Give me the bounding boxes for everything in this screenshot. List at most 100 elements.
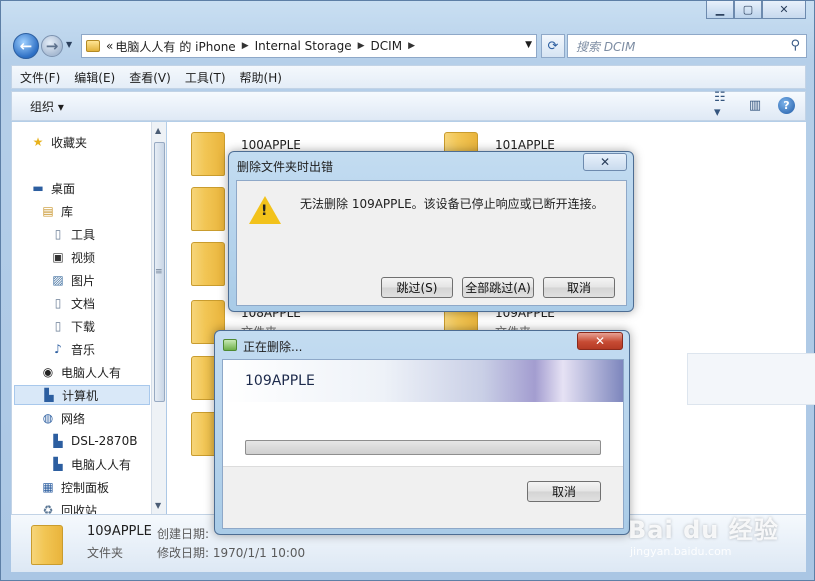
warning-mark: ! (261, 203, 268, 219)
sidebar-item-label: 图片 (71, 273, 96, 288)
breadcrumb-item[interactable]: DCIM (371, 39, 403, 53)
command-bar: 组织 ▾ ☷ ▾ ▥ ? (11, 90, 806, 121)
folder-name[interactable]: 101APPLE (495, 138, 555, 152)
address-row: ← → ▼ « 电脑人人有 的 iPhone ▶ Internal Storag… (11, 31, 807, 59)
sidebar-item-label: 文档 (71, 296, 96, 311)
dialog-body: ! 无法删除 109APPLE。该设备已停止响应或已断开连接。 跳过(S) 全部… (236, 180, 627, 306)
close-button[interactable]: ✕ (762, 1, 806, 19)
sidebar-item-desktop[interactable]: ▬ 桌面 (30, 178, 75, 198)
sidebar-item-recycle-bin[interactable]: ♻ 回收站 (40, 500, 97, 514)
chevron-right-icon[interactable]: ▶ (358, 41, 365, 51)
menu-view[interactable]: 查看(V) (129, 69, 171, 86)
sidebar-item-network[interactable]: ◍ 网络 (40, 408, 85, 428)
details-type: 文件夹 (87, 546, 124, 560)
refresh-button[interactable]: ⟳ (541, 34, 565, 58)
sidebar-item-label: 控制面板 (61, 480, 110, 495)
menu-help[interactable]: 帮助(H) (240, 69, 282, 86)
sidebar-item-library[interactable]: ▤ 库 (40, 201, 73, 221)
folder-name[interactable]: 100APPLE (241, 138, 301, 152)
maximize-button[interactable]: ▢ (734, 1, 762, 19)
cancel-button[interactable]: 取消 (543, 277, 615, 298)
menu-edit[interactable]: 编辑(E) (74, 69, 115, 86)
sidebar-item-label: 网络 (61, 411, 86, 426)
selection-box (687, 353, 815, 405)
breadcrumb-item[interactable]: 电脑人人有 (115, 38, 175, 55)
desktop-icon: ▬ (32, 181, 44, 195)
window-controls: ▁ ▢ ✕ (706, 1, 806, 19)
sidebar-item-favorites[interactable]: ★ 收藏夹 (30, 132, 87, 152)
dialog-close-button[interactable]: ✕ (583, 153, 627, 171)
progress-cancel-button[interactable]: 取消 (527, 481, 601, 502)
sidebar-item-label: 音乐 (71, 342, 96, 357)
breadcrumb-item[interactable]: Internal Storage (255, 39, 352, 53)
sidebar-item-tools[interactable]: ▯ 工具 (50, 224, 95, 244)
organize-button[interactable]: 组织 ▾ (30, 98, 64, 115)
delete-error-dialog: 删除文件夹时出错 ✕ ! 无法删除 109APPLE。该设备已停止响应或已断开连… (228, 151, 634, 312)
minimize-button[interactable]: ▁ (706, 1, 734, 19)
progress-bar (245, 440, 601, 455)
help-icon[interactable]: ? (778, 96, 795, 114)
scroll-down-icon[interactable]: ▼ (155, 501, 161, 510)
sidebar-scrollbar[interactable]: ▲ ≡ ▼ (151, 122, 166, 514)
document-icon: ▯ (54, 296, 62, 310)
sidebar-item-documents[interactable]: ▯ 文档 (50, 293, 95, 313)
forward-button[interactable]: → (41, 35, 63, 57)
sidebar-item-label: 电脑人人有 (71, 457, 132, 472)
sidebar-item-label: 下载 (71, 319, 96, 334)
user-icon: ◉ (42, 365, 54, 379)
computer-icon: ▙ (44, 388, 54, 402)
skip-button[interactable]: 跳过(S) (381, 277, 453, 298)
folder-icon[interactable] (191, 242, 225, 286)
menu-tools[interactable]: 工具(T) (185, 69, 226, 86)
progress-item-name: 109APPLE (245, 373, 315, 389)
chevron-right-icon[interactable]: ▶ (408, 41, 415, 51)
sidebar-item-control-panel[interactable]: ▦ 控制面板 (40, 477, 109, 497)
sidebar-item-videos[interactable]: ▣ 视频 (50, 247, 95, 267)
sidebar-item-label: 计算机 (62, 388, 99, 403)
scroll-up-icon[interactable]: ▲ (155, 126, 161, 135)
sidebar-item-dsl[interactable]: ▙ DSL-2870B (50, 431, 137, 451)
address-prefix: « (106, 39, 114, 53)
sidebar-item-pc[interactable]: ▙ 电脑人人有 (50, 454, 131, 474)
details-modified: 修改日期: 1970/1/1 10:00 (157, 546, 306, 560)
sidebar-item-label: 库 (61, 204, 74, 219)
preview-pane-icon[interactable]: ▥ (746, 96, 764, 114)
back-button[interactable]: ← (13, 33, 39, 59)
search-input[interactable]: 搜索 DCIM ⚲ (567, 34, 807, 58)
progress-close-button[interactable]: ✕ (577, 332, 623, 350)
folder-icon[interactable] (191, 187, 225, 231)
sidebar-item-label: 收藏夹 (51, 135, 88, 150)
folder-icon (86, 40, 100, 52)
breadcrumb-item[interactable]: 的 iPhone (179, 38, 235, 55)
star-icon: ★ (32, 135, 44, 149)
sidebar-item-label: 视频 (71, 250, 96, 265)
folder-icon (31, 525, 63, 565)
skip-all-button[interactable]: 全部跳过(A) (462, 277, 534, 298)
search-placeholder: 搜索 DCIM (576, 39, 636, 54)
details-name: 109APPLE (87, 524, 152, 539)
control-panel-icon: ▦ (42, 480, 54, 494)
chevron-down-icon[interactable]: ▼ (525, 40, 532, 50)
view-options-icon[interactable]: ☷ ▾ (714, 90, 732, 120)
recent-pages-icon[interactable]: ▼ (66, 40, 72, 49)
address-bar[interactable]: « 电脑人人有 的 iPhone ▶ Internal Storage ▶ DC… (81, 34, 537, 58)
dialog-title: 删除文件夹时出错 (237, 160, 334, 174)
sidebar-item-label: 桌面 (51, 181, 76, 196)
deleting-progress-dialog: 正在删除... ✕ 109APPLE 取消 (214, 330, 630, 535)
baidu-watermark: Bai du 经验 (628, 516, 779, 544)
search-icon[interactable]: ⚲ (790, 38, 800, 53)
folder-icon[interactable] (191, 132, 225, 176)
chevron-right-icon[interactable]: ▶ (242, 41, 249, 51)
menu-file[interactable]: 文件(F) (20, 69, 60, 86)
menu-bar: 文件(F) 编辑(E) 查看(V) 工具(T) 帮助(H) (11, 65, 806, 89)
sidebar-item-downloads[interactable]: ▯ 下载 (50, 316, 95, 336)
network-icon: ◍ (42, 411, 54, 425)
sidebar-item-music[interactable]: ♪ 音乐 (50, 339, 95, 359)
document-icon: ▯ (54, 227, 62, 241)
details-created: 创建日期: (157, 527, 210, 541)
sidebar-item-pictures[interactable]: ▨ 图片 (50, 270, 95, 290)
sidebar-item-computer[interactable]: ▙ 计算机 (14, 385, 150, 405)
sidebar-item-user[interactable]: ◉ 电脑人人有 (40, 362, 121, 382)
navigation-pane: ★ 收藏夹 ▬ 桌面 ▤ 库 ▯ 工具 ▣ 视频 ▨ 图片 ▯ 文档 ▯ 下载 (11, 122, 151, 514)
sidebar-item-label: 工具 (71, 227, 96, 242)
